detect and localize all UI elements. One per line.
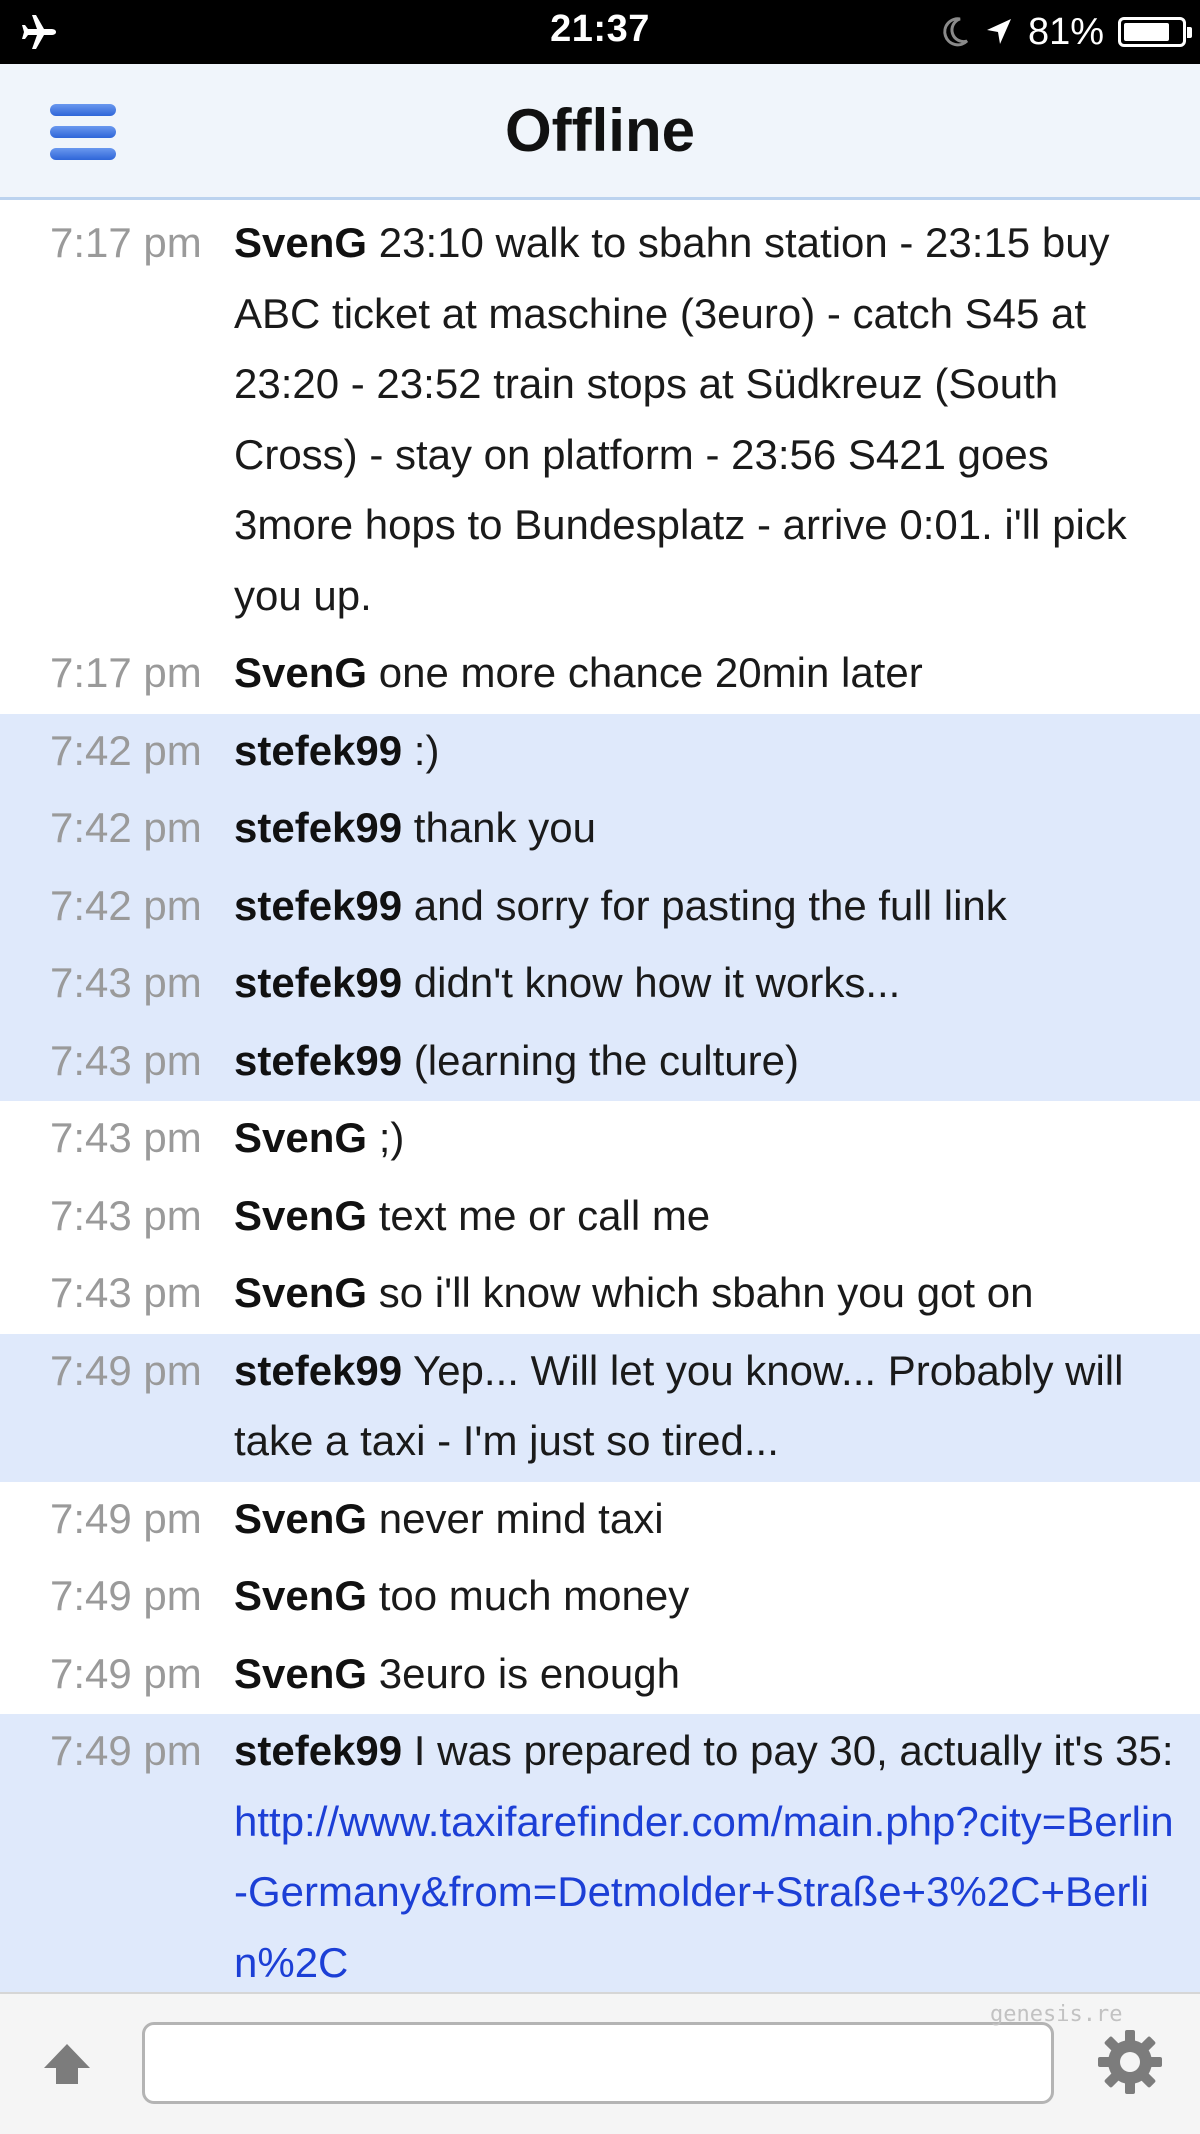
message-sender[interactable]: SvenG — [234, 1650, 367, 1697]
moon-icon — [943, 17, 968, 47]
message-timestamp: 7:43 pm — [50, 959, 202, 1006]
message-sender[interactable]: SvenG — [234, 1495, 367, 1542]
bottom-bar: genesis.re — [0, 1992, 1200, 2134]
message-sender[interactable]: stefek99 — [234, 959, 402, 1006]
message-sender[interactable]: SvenG — [234, 1572, 367, 1619]
message-sender[interactable]: SvenG — [234, 649, 367, 696]
gear-icon[interactable] — [1094, 2026, 1166, 2098]
message-row: 7:42 pm stefek99 thank you — [0, 791, 1200, 869]
message-row: 7:49 pm SvenG never mind taxi — [0, 1482, 1200, 1560]
message-sender[interactable]: stefek99 — [234, 1037, 402, 1084]
battery-level — [1124, 23, 1169, 41]
message-row: 7:17 pm SvenG 23:10 walk to sbahn station… — [0, 206, 1200, 636]
message-text: :) — [402, 726, 440, 774]
message-timestamp: 7:42 pm — [50, 881, 202, 929]
message-body: SvenG one more chance 20min later — [234, 638, 1200, 709]
message-body: SvenG so i'll know which sbahn you got o… — [234, 1258, 1200, 1329]
message-body: stefek99 :) — [234, 716, 1200, 787]
message-text: text me or call me — [367, 1191, 711, 1239]
message-text: and sorry for pasting the full link — [402, 881, 1007, 929]
message-timestamp: 7:17 pm — [50, 649, 202, 696]
message-body: stefek99 didn't know how it works... — [234, 948, 1200, 1019]
message-text: ;) — [367, 1114, 405, 1161]
battery-percent: 81% — [1027, 10, 1104, 53]
message-timestamp: 7:42 pm — [50, 726, 202, 774]
message-text: (learning the culture) — [402, 1036, 799, 1084]
message-text: didn't know how it works... — [402, 959, 901, 1006]
message-row: 7:43 pm SvenG so i'll know which sbahn yo… — [0, 1256, 1200, 1334]
message-body: SvenG 23:10 walk to sbahn station - 23:1… — [234, 208, 1200, 631]
message-text: thank you — [402, 804, 596, 851]
page-title: Offline — [505, 97, 695, 164]
message-body: SvenG too much money — [234, 1561, 1200, 1632]
nav-bar: Offline — [0, 64, 1200, 200]
message-row: 7:43 pm stefek99 didn't know how it works… — [0, 946, 1200, 1024]
message-row: 7:49 pm stefek99 I was prepared to pay 30… — [0, 1714, 1200, 2003]
message-timestamp: 7:43 pm — [50, 1114, 202, 1161]
message-text: never mind taxi — [367, 1494, 664, 1542]
message-sender[interactable]: SvenG — [234, 1269, 367, 1316]
message-body: stefek99 (learning the culture) — [234, 1026, 1200, 1097]
message-list[interactable]: 7:17 pm SvenG 23:10 walk to sbahn station… — [0, 206, 1200, 2003]
message-row: 7:42 pm stefek99 :) — [0, 713, 1200, 791]
message-body: SvenG text me or call me — [234, 1181, 1200, 1252]
watermark: genesis.re — [990, 2002, 1123, 2027]
message-text: 3euro is enough — [367, 1649, 680, 1697]
message-link[interactable]: http://www.taxifarefinder.com/main.php?c… — [234, 1798, 1174, 1986]
battery-nub — [1187, 27, 1192, 38]
status-bar: 21:37 81% — [0, 0, 1200, 64]
message-sender[interactable]: SvenG — [234, 219, 367, 266]
message-row: 7:49 pm SvenG 3euro is enough — [0, 1637, 1200, 1715]
message-timestamp: 7:49 pm — [50, 1649, 202, 1697]
message-timestamp: 7:43 pm — [50, 1191, 202, 1239]
message-row: 7:42 pm stefek99 and sorry for pasting th… — [0, 868, 1200, 946]
message-row: 7:43 pm stefek99 (learning the culture) — [0, 1023, 1200, 1101]
message-body: stefek99 I was prepared to pay 30, actua… — [234, 1716, 1200, 1998]
message-text: so i'll know which sbahn you got on — [367, 1269, 1034, 1316]
message-body: stefek99 and sorry for pasting the full … — [234, 871, 1200, 942]
message-timestamp: 7:17 pm — [50, 219, 202, 266]
message-row: 7:43 pm SvenG ;) — [0, 1101, 1200, 1179]
message-timestamp: 7:49 pm — [50, 1727, 202, 1774]
message-text: 23:10 walk to sbahn station - 23:15 buy … — [234, 219, 1127, 619]
message-sender[interactable]: stefek99 — [234, 804, 402, 851]
message-body: SvenG 3euro is enough — [234, 1639, 1200, 1710]
message-sender[interactable]: stefek99 — [234, 1347, 402, 1394]
message-input[interactable] — [142, 2022, 1054, 2104]
battery-icon — [1118, 17, 1192, 47]
message-sender[interactable]: stefek99 — [234, 882, 402, 929]
message-body: SvenG ;) — [234, 1103, 1200, 1174]
message-timestamp: 7:43 pm — [50, 1269, 202, 1316]
message-row: 7:17 pm SvenG one more chance 20min later — [0, 636, 1200, 714]
message-sender[interactable]: stefek99 — [234, 1727, 402, 1774]
chat-screen: 21:37 81% Offline 7:17 pm SvenG 23:10 wal… — [0, 0, 1200, 2134]
message-sender[interactable]: stefek99 — [234, 727, 402, 774]
up-arrow-icon[interactable] — [40, 2038, 94, 2092]
message-sender[interactable]: SvenG — [234, 1192, 367, 1239]
message-body: stefek99 Yep... Will let you know... Pro… — [234, 1336, 1200, 1477]
message-row: 7:49 pm SvenG too much money — [0, 1559, 1200, 1637]
message-timestamp: 7:49 pm — [50, 1494, 202, 1542]
message-timestamp: 7:49 pm — [50, 1572, 202, 1619]
message-row: 7:49 pm stefek99 Yep... Will let you know… — [0, 1333, 1200, 1482]
message-text: one more chance 20min later — [367, 649, 923, 696]
message-timestamp: 7:49 pm — [50, 1346, 202, 1394]
message-row: 7:43 pm SvenG text me or call me — [0, 1179, 1200, 1257]
message-sender[interactable]: SvenG — [234, 1114, 367, 1161]
message-timestamp: 7:43 pm — [50, 1036, 202, 1084]
status-right-group: 81% — [940, 8, 1192, 56]
message-text: I was prepared to pay 30, actually it's … — [402, 1727, 1174, 1774]
message-text: too much money — [367, 1572, 690, 1619]
message-body: SvenG never mind taxi — [234, 1484, 1200, 1555]
message-timestamp: 7:42 pm — [50, 804, 202, 851]
location-arrow-icon — [986, 19, 1011, 44]
message-body: stefek99 thank you — [234, 793, 1200, 864]
